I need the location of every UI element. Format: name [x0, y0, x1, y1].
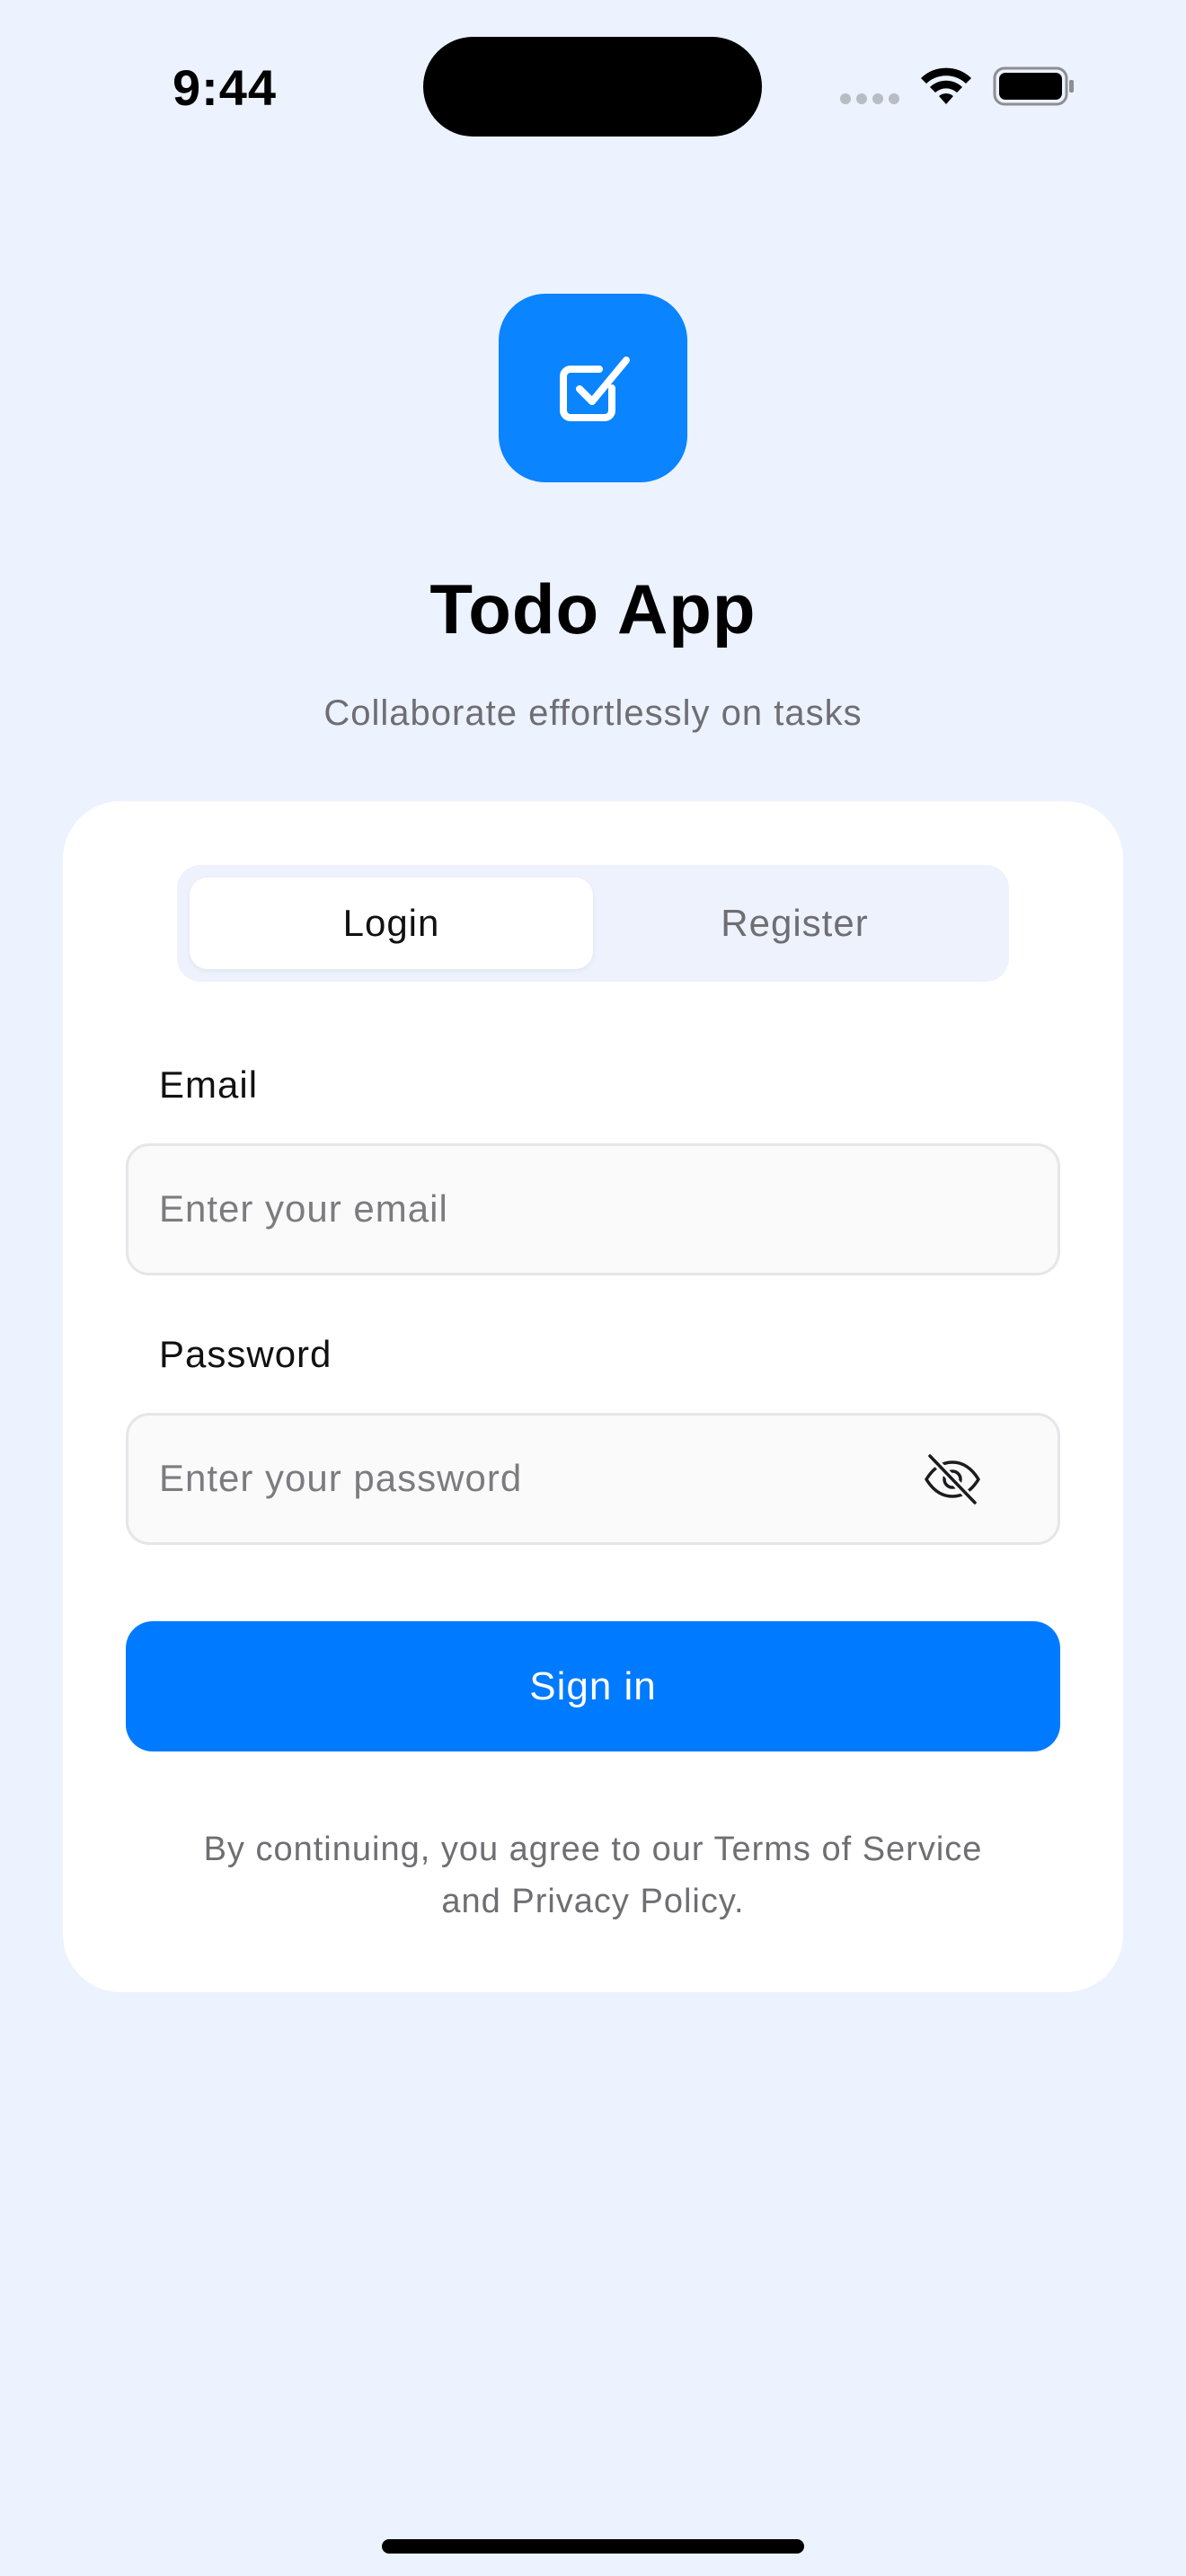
- sign-in-button[interactable]: Sign in: [126, 1621, 1060, 1751]
- dynamic-island: [423, 37, 762, 137]
- app-logo: [499, 294, 687, 482]
- terms-notice: By continuing, you agree to our Terms of…: [203, 1831, 983, 1920]
- email-input[interactable]: [159, 1182, 1022, 1236]
- cellular-signal-icon: [840, 93, 901, 106]
- eye-slash-icon: [925, 1452, 980, 1506]
- tab-register[interactable]: Register: [593, 878, 996, 969]
- password-input[interactable]: [159, 1451, 878, 1505]
- wifi-icon: [921, 67, 971, 104]
- app-title: Todo App: [429, 569, 757, 648]
- home-indicator[interactable]: [382, 2539, 804, 2554]
- tab-login[interactable]: Login: [190, 878, 593, 969]
- password-visibility-toggle[interactable]: [916, 1448, 988, 1511]
- status-bar-time: 9:44: [172, 59, 278, 116]
- checkbox-icon: [560, 357, 630, 421]
- email-label: Email: [159, 1063, 259, 1106]
- battery-icon: [993, 66, 1074, 106]
- app-subtitle: Collaborate effortlessly on tasks: [323, 693, 863, 733]
- password-label: Password: [159, 1333, 332, 1375]
